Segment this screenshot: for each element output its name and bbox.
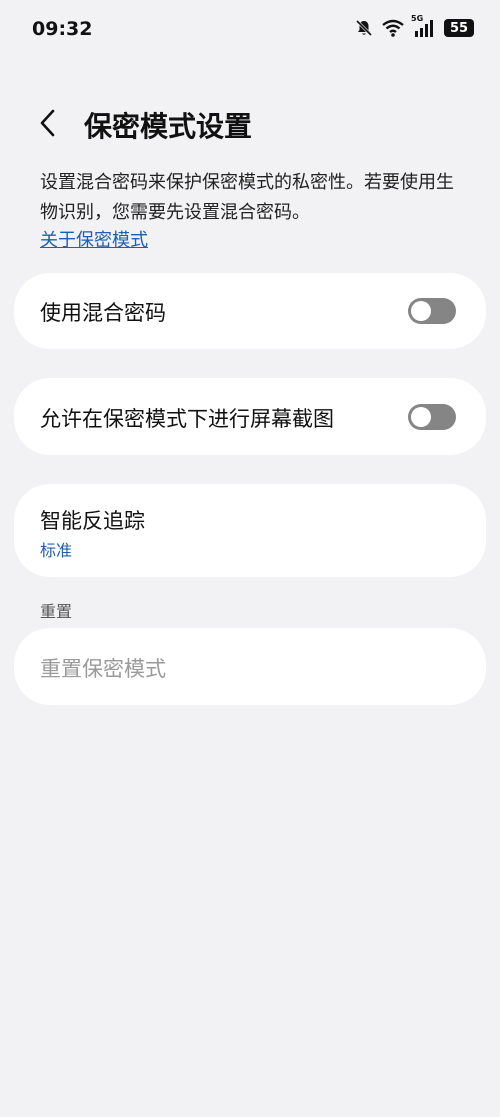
about-secure-mode-link[interactable]: 关于保密模式: [40, 226, 148, 252]
chevron-left-icon: [38, 108, 58, 142]
reset-secure-mode-item[interactable]: 重置保密模式: [14, 628, 486, 705]
reset-secure-mode-label: 重置保密模式: [40, 657, 166, 681]
toggle-knob: [411, 407, 431, 427]
anti-tracking-label: 智能反追踪: [40, 509, 145, 533]
status-bar: 09:32 5G 55: [0, 0, 500, 60]
mixed-password-toggle[interactable]: [408, 298, 456, 324]
back-button[interactable]: [30, 107, 66, 143]
description-text: 设置混合密码来保护保密模式的私密性。若要使用生物识别，您需要先设置混合密码。: [40, 172, 454, 223]
toggle-knob: [411, 301, 431, 321]
mixed-password-setting[interactable]: 使用混合密码: [14, 273, 486, 349]
header: 保密模式设置: [0, 95, 500, 155]
mixed-password-label: 使用混合密码: [40, 301, 166, 325]
wifi-icon: [382, 19, 404, 37]
reset-section-header: 重置: [40, 602, 73, 621]
screenshot-setting[interactable]: 允许在保密模式下进行屏幕截图: [14, 378, 486, 455]
anti-tracking-value: 标准: [40, 541, 73, 560]
status-time: 09:32: [32, 18, 93, 40]
screenshot-label: 允许在保密模式下进行屏幕截图: [40, 407, 334, 431]
network-type: 5G: [411, 14, 424, 23]
battery-level: 55: [449, 20, 469, 36]
battery-icon: 55: [444, 19, 474, 37]
signal-icon: 5G: [411, 14, 435, 37]
screenshot-toggle[interactable]: [408, 404, 456, 430]
mute-bell-icon: [355, 19, 373, 37]
page-title: 保密模式设置: [84, 110, 253, 143]
anti-tracking-setting[interactable]: 智能反追踪 标准: [14, 484, 486, 577]
status-icons: 5G 55: [355, 14, 474, 37]
